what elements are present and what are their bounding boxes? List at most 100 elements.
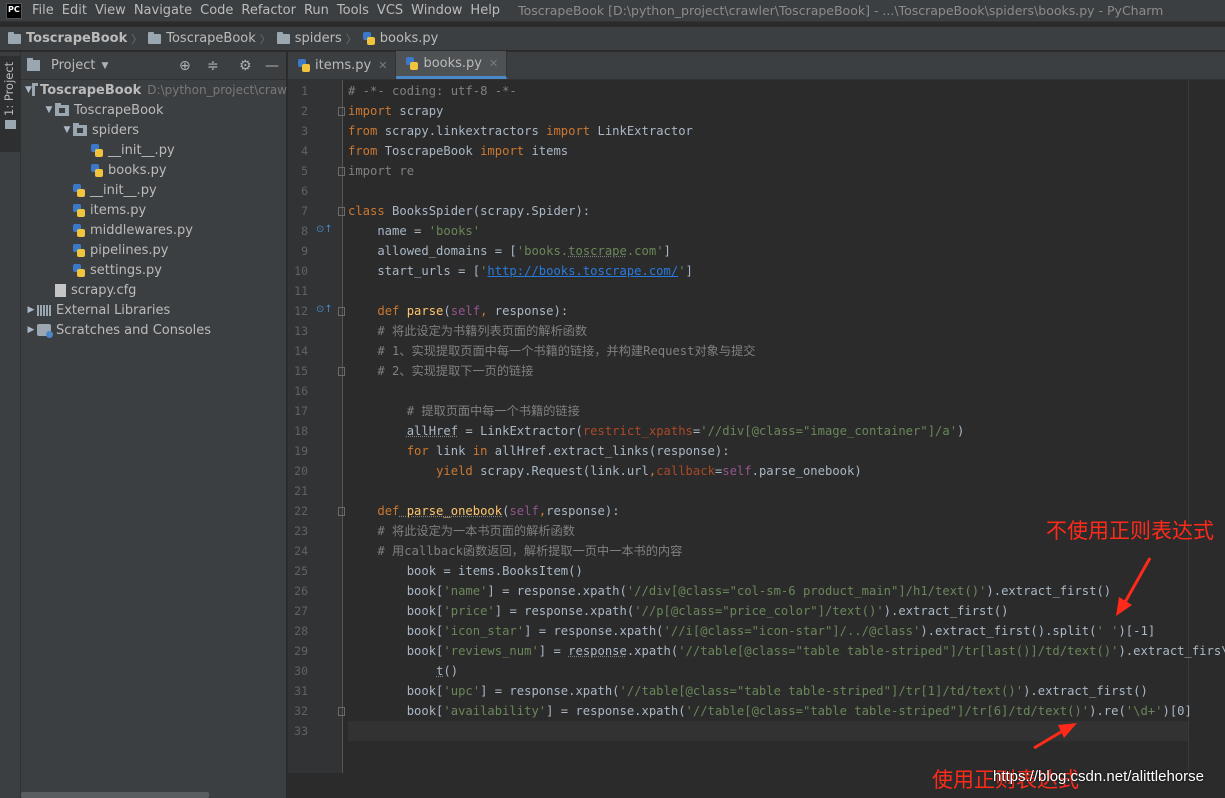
python-file-icon [406, 57, 419, 70]
tree-item-init-py[interactable]: __init__.py [21, 140, 287, 160]
code-line: book['icon_star'] = response.xpath('//i[… [348, 624, 1156, 638]
line-number: 30 [294, 664, 308, 678]
fold-marker-icon[interactable] [338, 107, 345, 116]
chevron-down-icon[interactable]: ▼ [43, 105, 55, 115]
folder-icon [55, 102, 69, 116]
code-line: class BooksSpider(scrapy.Spider): [348, 204, 591, 218]
line-number: 5 [301, 164, 308, 178]
tree-item-pipelines-py[interactable]: pipelines.py [21, 240, 287, 260]
line-number: 19 [294, 444, 308, 458]
fold-marker-icon[interactable] [338, 707, 345, 716]
tree-item-label: ToscrapeBook [40, 82, 142, 98]
tree-item-scratches-and-consoles[interactable]: ▶ Scratches and Consoles [21, 320, 287, 340]
fold-marker-icon[interactable] [338, 307, 345, 316]
watermark: https://blog.csdn.net/alittlehorse [993, 768, 1204, 785]
code-line: book['price'] = response.xpath('//p[@cla… [348, 604, 1009, 618]
code-line: name = 'books' [348, 224, 481, 238]
menu-window[interactable]: Window [407, 3, 466, 18]
project-tool-tab-label: 1: Project [2, 61, 16, 116]
code-line: import re [348, 164, 415, 178]
project-view-selector[interactable]: Project [51, 58, 95, 73]
tree-item-init-py[interactable]: __init__.py [21, 180, 287, 200]
override-marker-icon[interactable]: ⊙↑ [316, 304, 333, 315]
code-line: # 用callback函数返回，解析提取一页中一本书的内容 [348, 544, 683, 558]
breadcrumb-file[interactable]: books.py [362, 31, 439, 46]
folder-icon [8, 31, 21, 44]
chevron-down-icon[interactable]: ▼ [25, 85, 32, 95]
code-line: allowed_domains = ['books.toscrape.com'] [348, 244, 671, 258]
hide-panel-icon[interactable]: — [265, 58, 279, 74]
menu-refactor[interactable]: Refactor [237, 3, 300, 18]
line-number: 16 [294, 384, 308, 398]
tab-items-py[interactable]: items.py ✕ [288, 51, 397, 79]
breadcrumb-project[interactable]: ToscrapeBook [8, 31, 127, 46]
fold-marker-icon[interactable] [338, 507, 345, 516]
python-file-icon [91, 163, 103, 177]
breadcrumb-spiders[interactable]: spiders [276, 31, 342, 46]
code-line: book['upc'] = response.xpath('//table[@c… [348, 684, 1148, 698]
tree-item-toscrapebook[interactable]: ▼ ToscrapeBook D:\python_project\craw [21, 80, 287, 100]
chevron-down-icon[interactable]: ▼ [61, 125, 73, 135]
tree-item-label: settings.py [90, 262, 162, 278]
tree-item-label: Scratches and Consoles [56, 322, 212, 338]
code-line: book['availability'] = response.xpath('/… [348, 704, 1192, 718]
line-number: 7 [301, 204, 308, 218]
chevron-down-icon[interactable]: ▼ [101, 61, 108, 71]
collapse-all-icon[interactable]: ≑ [207, 58, 219, 74]
code-line: t() [436, 664, 459, 678]
fold-marker-icon[interactable] [338, 367, 345, 376]
menu-code[interactable]: Code [196, 3, 237, 18]
folder-icon [148, 31, 162, 44]
tree-item-path: D:\python_project\craw [147, 83, 287, 97]
code-line: # -*- coding: utf-8 -*- [348, 84, 517, 98]
logo-text: PC [8, 4, 20, 14]
breadcrumb-label: books.py [379, 31, 439, 46]
folder-icon [27, 58, 40, 71]
chevron-right-icon[interactable]: ▶ [25, 325, 37, 335]
gear-icon[interactable]: ⚙ [239, 58, 252, 74]
left-tool-strip: 1: Project [0, 52, 21, 798]
tree-item-label: middlewares.py [90, 222, 193, 238]
chevron-right-icon[interactable]: ▶ [25, 305, 37, 315]
library-icon [37, 304, 51, 316]
tree-item-spiders[interactable]: ▼ spiders [21, 120, 287, 140]
code-line: start_urls = ['http://books.toscrape.com… [348, 264, 693, 278]
tree-item-settings-py[interactable]: settings.py [21, 260, 287, 280]
line-number-gutter[interactable]: 1 2 3 4 5 6 7 8 9 10 11 12 13 14 15 16 17 18 19 20 21 22 23 24 2… [288, 80, 345, 773]
tree-item-items-py[interactable]: items.py [21, 200, 287, 220]
menu-view[interactable]: View [91, 3, 130, 18]
menu-tools[interactable]: Tools [333, 3, 373, 18]
fold-marker-icon[interactable] [338, 207, 345, 216]
menu-navigate[interactable]: Navigate [130, 3, 196, 18]
python-file-icon [73, 223, 85, 237]
code-line: from scrapy.linkextractors import LinkEx… [348, 124, 693, 138]
breadcrumb-package[interactable]: ToscrapeBook [148, 31, 256, 46]
menu-help[interactable]: Help [466, 3, 504, 18]
code-line: yield scrapy.Request(link.url,callback=s… [436, 464, 862, 478]
tree-item-books-py[interactable]: books.py [21, 160, 287, 180]
close-icon[interactable]: ✕ [489, 57, 498, 70]
menu-vcs[interactable]: VCS [373, 3, 407, 18]
tree-item-external-libraries[interactable]: ▶ External Libraries [21, 300, 287, 320]
line-number: 21 [294, 484, 308, 498]
horizontal-scrollbar[interactable] [21, 792, 209, 798]
override-marker-icon[interactable]: ⊙↑ [316, 224, 333, 235]
menu-run[interactable]: Run [300, 3, 333, 18]
fold-marker-icon[interactable] [338, 167, 345, 176]
locate-target-icon[interactable]: ⊕ [179, 58, 191, 74]
project-tool-tab[interactable]: 1: Project [0, 56, 21, 152]
python-file-icon [73, 183, 85, 197]
python-file-icon [298, 58, 310, 72]
tree-item-toscrapebook[interactable]: ▼ ToscrapeBook [21, 100, 287, 120]
tab-books-py[interactable]: books.py ✕ [396, 51, 508, 79]
tree-item-middlewares-py[interactable]: middlewares.py [21, 220, 287, 240]
menu-edit[interactable]: Edit [58, 3, 91, 18]
code-line: from ToscrapeBook import items [348, 144, 569, 158]
code-line: import scrapy [348, 104, 444, 118]
code-editor[interactable]: 1 2 3 4 5 6 7 8 9 10 11 12 13 14 15 16 17 18 19 20 21 22 23 24 2… [288, 80, 1225, 798]
breadcrumb-label: ToscrapeBook [26, 31, 128, 46]
tree-item-scrapy-cfg[interactable]: scrapy.cfg [21, 280, 287, 300]
close-icon[interactable]: ✕ [378, 59, 387, 72]
menu-file[interactable]: File [28, 3, 58, 18]
python-file-icon [73, 203, 85, 217]
